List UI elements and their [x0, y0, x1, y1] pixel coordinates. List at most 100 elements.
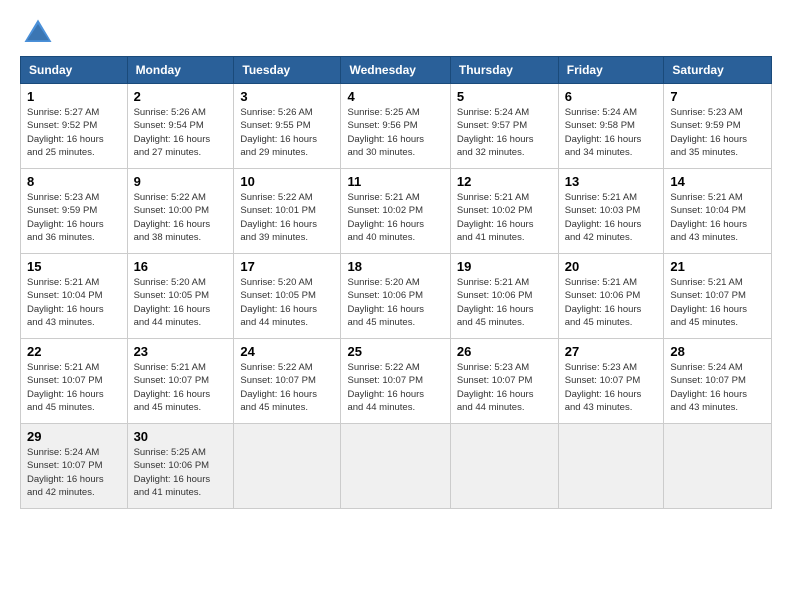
day-info: Sunrise: 5:21 AMSunset: 10:06 PMDaylight… [565, 276, 658, 329]
day-info: Sunrise: 5:21 AMSunset: 10:03 PMDaylight… [565, 191, 658, 244]
day-info: Sunrise: 5:21 AMSunset: 10:07 PMDaylight… [27, 361, 121, 414]
day-info: Sunrise: 5:24 AMSunset: 9:57 PMDaylight:… [457, 106, 552, 159]
day-cell: 15 Sunrise: 5:21 AMSunset: 10:04 PMDaylig… [21, 254, 128, 339]
day-number: 21 [670, 259, 765, 274]
day-number: 12 [457, 174, 552, 189]
day-cell: 8 Sunrise: 5:23 AMSunset: 9:59 PMDaylight… [21, 169, 128, 254]
day-cell: 22 Sunrise: 5:21 AMSunset: 10:07 PMDaylig… [21, 339, 128, 424]
day-number: 8 [27, 174, 121, 189]
week-row-3: 15 Sunrise: 5:21 AMSunset: 10:04 PMDaylig… [21, 254, 772, 339]
day-number: 6 [565, 89, 658, 104]
day-cell [664, 424, 772, 509]
day-number: 16 [134, 259, 228, 274]
day-cell: 2 Sunrise: 5:26 AMSunset: 9:54 PMDaylight… [127, 84, 234, 169]
header-cell-sunday: Sunday [21, 57, 128, 84]
day-info: Sunrise: 5:25 AMSunset: 9:56 PMDaylight:… [347, 106, 443, 159]
day-info: Sunrise: 5:22 AMSunset: 10:07 PMDaylight… [240, 361, 334, 414]
day-number: 18 [347, 259, 443, 274]
day-cell: 3 Sunrise: 5:26 AMSunset: 9:55 PMDaylight… [234, 84, 341, 169]
day-number: 4 [347, 89, 443, 104]
day-cell: 11Sunrise: 5:21 AMSunset: 10:02 PMDaylig… [341, 169, 450, 254]
day-cell: 10Sunrise: 5:22 AMSunset: 10:01 PMDaylig… [234, 169, 341, 254]
day-number: 24 [240, 344, 334, 359]
week-row-2: 8 Sunrise: 5:23 AMSunset: 9:59 PMDaylight… [21, 169, 772, 254]
day-cell: 23 Sunrise: 5:21 AMSunset: 10:07 PMDaylig… [127, 339, 234, 424]
day-cell: 26 Sunrise: 5:23 AMSunset: 10:07 PMDaylig… [450, 339, 558, 424]
day-info: Sunrise: 5:21 AMSunset: 10:02 PMDaylight… [347, 191, 443, 244]
header-cell-saturday: Saturday [664, 57, 772, 84]
day-number: 7 [670, 89, 765, 104]
week-row-5: 29 Sunrise: 5:24 AMSunset: 10:07 PMDaylig… [21, 424, 772, 509]
day-number: 28 [670, 344, 765, 359]
day-cell: 28 Sunrise: 5:24 AMSunset: 10:07 PMDaylig… [664, 339, 772, 424]
day-info: Sunrise: 5:22 AMSunset: 10:00 PMDaylight… [134, 191, 228, 244]
day-cell: 25 Sunrise: 5:22 AMSunset: 10:07 PMDaylig… [341, 339, 450, 424]
day-cell: 4 Sunrise: 5:25 AMSunset: 9:56 PMDaylight… [341, 84, 450, 169]
day-number: 2 [134, 89, 228, 104]
day-info: Sunrise: 5:21 AMSunset: 10:07 PMDaylight… [134, 361, 228, 414]
day-cell: 1 Sunrise: 5:27 AMSunset: 9:52 PMDaylight… [21, 84, 128, 169]
day-cell: 24 Sunrise: 5:22 AMSunset: 10:07 PMDaylig… [234, 339, 341, 424]
day-number: 23 [134, 344, 228, 359]
day-number: 15 [27, 259, 121, 274]
day-cell: 27 Sunrise: 5:23 AMSunset: 10:07 PMDaylig… [558, 339, 664, 424]
day-info: Sunrise: 5:25 AMSunset: 10:06 PMDaylight… [134, 446, 228, 499]
day-info: Sunrise: 5:22 AMSunset: 10:07 PMDaylight… [347, 361, 443, 414]
day-number: 5 [457, 89, 552, 104]
day-cell: 21 Sunrise: 5:21 AMSunset: 10:07 PMDaylig… [664, 254, 772, 339]
day-number: 25 [347, 344, 443, 359]
day-info: Sunrise: 5:24 AMSunset: 10:07 PMDaylight… [670, 361, 765, 414]
day-cell: 17 Sunrise: 5:20 AMSunset: 10:05 PMDaylig… [234, 254, 341, 339]
day-cell [450, 424, 558, 509]
header-cell-thursday: Thursday [450, 57, 558, 84]
day-number: 13 [565, 174, 658, 189]
header-row: SundayMondayTuesdayWednesdayThursdayFrid… [21, 57, 772, 84]
day-cell: 14Sunrise: 5:21 AMSunset: 10:04 PMDaylig… [664, 169, 772, 254]
day-number: 26 [457, 344, 552, 359]
day-number: 29 [27, 429, 121, 444]
day-cell [558, 424, 664, 509]
day-cell [234, 424, 341, 509]
day-info: Sunrise: 5:21 AMSunset: 10:04 PMDaylight… [27, 276, 121, 329]
week-row-4: 22 Sunrise: 5:21 AMSunset: 10:07 PMDaylig… [21, 339, 772, 424]
day-cell: 12Sunrise: 5:21 AMSunset: 10:02 PMDaylig… [450, 169, 558, 254]
day-number: 9 [134, 174, 228, 189]
day-info: Sunrise: 5:26 AMSunset: 9:54 PMDaylight:… [134, 106, 228, 159]
day-info: Sunrise: 5:26 AMSunset: 9:55 PMDaylight:… [240, 106, 334, 159]
day-number: 22 [27, 344, 121, 359]
day-number: 19 [457, 259, 552, 274]
header-cell-monday: Monday [127, 57, 234, 84]
day-number: 3 [240, 89, 334, 104]
day-info: Sunrise: 5:27 AMSunset: 9:52 PMDaylight:… [27, 106, 121, 159]
day-info: Sunrise: 5:23 AMSunset: 10:07 PMDaylight… [457, 361, 552, 414]
day-cell [341, 424, 450, 509]
day-number: 30 [134, 429, 228, 444]
page: SundayMondayTuesdayWednesdayThursdayFrid… [0, 0, 792, 612]
day-info: Sunrise: 5:20 AMSunset: 10:05 PMDaylight… [240, 276, 334, 329]
logo-icon [20, 15, 56, 51]
day-number: 14 [670, 174, 765, 189]
day-cell: 29 Sunrise: 5:24 AMSunset: 10:07 PMDaylig… [21, 424, 128, 509]
day-number: 1 [27, 89, 121, 104]
day-cell: 20Sunrise: 5:21 AMSunset: 10:06 PMDaylig… [558, 254, 664, 339]
day-number: 27 [565, 344, 658, 359]
day-info: Sunrise: 5:21 AMSunset: 10:06 PMDaylight… [457, 276, 552, 329]
logo [20, 15, 62, 51]
day-number: 17 [240, 259, 334, 274]
day-info: Sunrise: 5:21 AMSunset: 10:07 PMDaylight… [670, 276, 765, 329]
day-info: Sunrise: 5:23 AMSunset: 9:59 PMDaylight:… [670, 106, 765, 159]
header-cell-friday: Friday [558, 57, 664, 84]
day-cell: 19 Sunrise: 5:21 AMSunset: 10:06 PMDaylig… [450, 254, 558, 339]
day-cell: 18Sunrise: 5:20 AMSunset: 10:06 PMDaylig… [341, 254, 450, 339]
day-info: Sunrise: 5:24 AMSunset: 9:58 PMDaylight:… [565, 106, 658, 159]
calendar-header: SundayMondayTuesdayWednesdayThursdayFrid… [21, 57, 772, 84]
day-info: Sunrise: 5:23 AMSunset: 9:59 PMDaylight:… [27, 191, 121, 244]
day-cell: 13 Sunrise: 5:21 AMSunset: 10:03 PMDaylig… [558, 169, 664, 254]
day-info: Sunrise: 5:23 AMSunset: 10:07 PMDaylight… [565, 361, 658, 414]
day-cell: 30 Sunrise: 5:25 AMSunset: 10:06 PMDaylig… [127, 424, 234, 509]
day-info: Sunrise: 5:24 AMSunset: 10:07 PMDaylight… [27, 446, 121, 499]
day-cell: 16 Sunrise: 5:20 AMSunset: 10:05 PMDaylig… [127, 254, 234, 339]
day-cell: 5 Sunrise: 5:24 AMSunset: 9:57 PMDaylight… [450, 84, 558, 169]
day-number: 10 [240, 174, 334, 189]
day-info: Sunrise: 5:20 AMSunset: 10:05 PMDaylight… [134, 276, 228, 329]
